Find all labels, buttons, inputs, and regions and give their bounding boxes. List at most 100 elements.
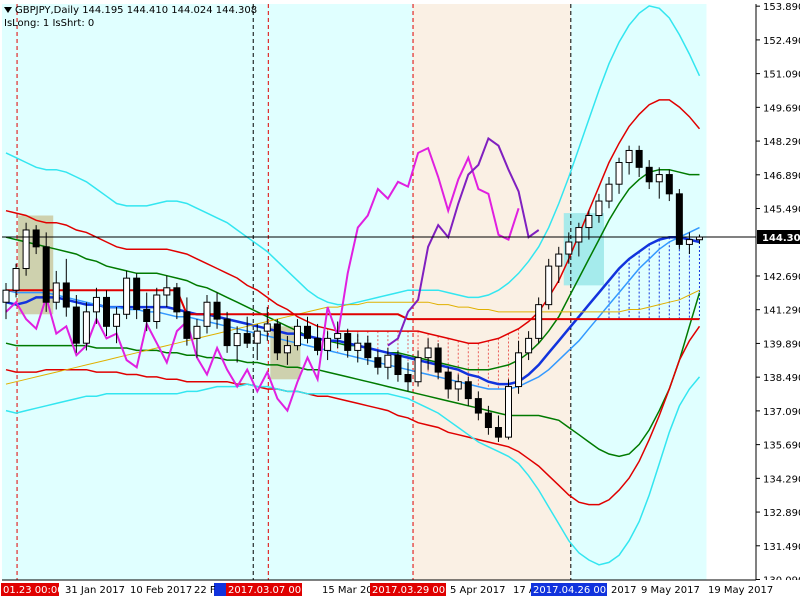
candle-body-bear [314,337,322,351]
time-axis: 01.23 00:00 31 Jan 2017 10 Feb 2017 22 F 201… [0,579,800,600]
candle-body-bull [655,174,663,183]
price-tick-label: 153.890 [763,2,800,13]
candle-body-bear [143,308,151,323]
candle [545,258,553,310]
chart-stage: 153.890 152.490 151.090 149.690 148.290 146.8… [0,0,800,600]
time-tick-label: 31 Jan 2017 [65,585,125,596]
candle-body-bear [484,412,492,429]
candle-body-bear [635,149,643,168]
price-tick-label: 139.890 [763,339,800,350]
candle-body-bear [304,325,311,339]
candle-body-bull [113,313,121,327]
candle-body-bear [183,311,191,339]
candle-body-bear [645,166,653,183]
candle-body-bull [384,354,392,368]
candle-body-bull [203,301,211,327]
candle-body-bear [32,229,40,248]
price-tick-label: 146.890 [763,171,800,182]
background-zones [2,4,756,580]
position-status: IsLong: 1 IsShrt: 0 [4,18,95,29]
candle-body-bear [273,323,281,354]
candle-body-bear [173,287,181,313]
price-tick-label: 141.290 [763,306,800,317]
candle-body-bull [163,287,171,296]
ohlc-label: 144.195 144.410 144.024 144.308 [82,5,258,16]
symbol-label: GBPJPY,Daily [15,5,79,16]
candle-body-bear [344,333,352,351]
price-tick-label: 148.290 [763,137,800,148]
candle-body-bull [565,241,573,255]
candle-body-bull [12,268,20,291]
time-tick-label: 5 Apr 2017 [450,585,505,596]
price-tick-label: 151.090 [763,70,800,81]
candle-body-bull [575,227,583,243]
price-tick-label: 145.490 [763,205,800,216]
candle-body-bull [454,381,462,390]
candle-body-bear [494,427,502,438]
candle-body-bull [153,294,161,323]
candle-body-bull [505,386,512,438]
candle-body-bear [464,381,472,400]
candle-body-bear [103,296,110,327]
candle-body-bull [334,333,342,339]
candle-body-bull [22,229,30,270]
candle-body-bull [414,357,422,383]
candle-body-bull [2,289,10,303]
chart-menu-icon[interactable] [4,7,12,13]
candle-body-bull [545,265,553,306]
time-tick-label: 01.23 00:00 [3,585,64,596]
candle-body-bear [434,347,442,373]
candle-body-bear [42,246,50,303]
time-tick-label: 9 May 2017 [641,585,700,596]
candle-body-bull [263,323,271,332]
candle-body-bear [133,277,141,310]
candle-body-bull [123,277,131,315]
candle-body-bear [243,333,251,344]
price-tick-label: 149.690 [763,103,800,114]
price-axis: 153.890 152.490 151.090 149.690 148.290 146.8… [755,0,800,600]
current-price-label: 144.308 [762,233,800,244]
candle-body-bull [253,330,261,344]
candle-body-bear [223,318,231,347]
candle-body-bull [424,347,432,359]
candle-body-bear [213,301,221,320]
time-tick-label: 2017 [611,585,636,596]
time-tick-label: 2017.03.29 00:00 [372,585,461,596]
candle-body-bear [665,174,673,195]
candle-body-bull [515,352,523,388]
candle [675,189,683,250]
time-tick-label: 2017.03.07 00:00 [228,585,317,596]
candle-body-bull [283,345,291,354]
price-tick-label: 152.490 [763,36,800,47]
candle-body-bull [92,296,100,313]
candle-body-bear [474,398,482,414]
candle-body-bull [685,239,693,245]
candle-body-bear [404,374,412,383]
candle-body-bull [625,149,633,164]
candle-body-bull [293,325,301,347]
price-tick-label: 135.690 [763,441,800,452]
candle-body-bear [444,371,452,390]
candle-body-bear [62,282,70,308]
candle-body-bull [354,342,362,351]
time-marker-badge [214,583,226,596]
candle-body-bull [555,253,563,267]
candle-body-bull [52,282,60,303]
price-tick-label: 131.490 [763,542,800,553]
candle-body-bull [595,200,603,217]
candle [22,222,30,276]
candle-body-bull [605,183,613,202]
candle-body-bull [585,215,593,229]
candle-body-bull [525,337,533,354]
candle-body-bull [535,304,543,339]
candle-body-bull [615,162,623,185]
candle-body-bear [394,354,402,376]
time-tick-label: 22 F [194,585,216,596]
price-tick-label: 134.290 [763,474,800,485]
time-tick-label: 10 Feb 2017 [130,585,192,596]
candle-body-bull [233,333,241,347]
candle-body-bear [364,342,372,359]
candle-body-bull [193,325,201,339]
candle-body-bull [82,311,90,344]
price-tick-label: 137.090 [763,407,800,418]
